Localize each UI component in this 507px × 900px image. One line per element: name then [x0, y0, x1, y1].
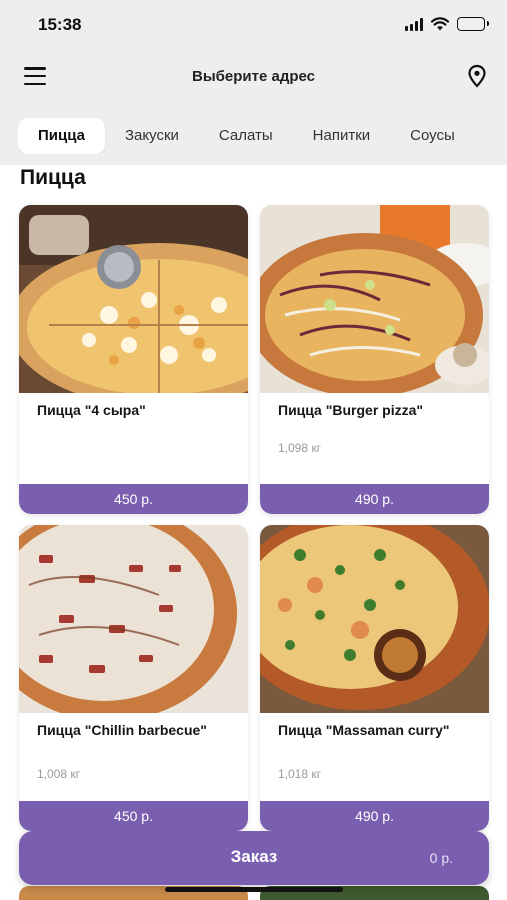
cellular-signal-icon [405, 17, 423, 31]
status-bar: 15:38 [0, 0, 507, 48]
tab-sauces[interactable]: Соусы [390, 118, 475, 154]
order-label: Заказ [230, 847, 278, 866]
product-name: Пицца "Burger pizza" [278, 402, 424, 418]
product-card[interactable]: Пицца "Burger pizza" 1,098 кг 490 р. [260, 205, 489, 514]
product-weight: 1,018 кг [278, 767, 321, 781]
product-card[interactable]: Пицца "4 сыра" 450 р. [19, 205, 248, 514]
price-button[interactable]: 450 р. [19, 484, 248, 514]
product-image [260, 525, 489, 713]
status-time: 15:38 [38, 15, 82, 34]
product-image [19, 205, 248, 393]
tab-snacks[interactable]: Закуски [105, 118, 199, 154]
product-image [260, 205, 489, 393]
product-weight: 1,008 кг [37, 767, 80, 781]
order-button[interactable]: Заказ 0 р. [19, 831, 489, 885]
price-button[interactable]: 490 р. [260, 801, 489, 831]
product-weight: 1,098 кг [278, 441, 321, 455]
battery-icon [457, 17, 489, 31]
product-name: Пицца "Chillin barbecue" [37, 722, 207, 738]
section-title: Пицца [20, 166, 86, 189]
product-name: Пицца "Massaman curry" [278, 722, 450, 738]
status-icons [405, 15, 489, 33]
price-button[interactable]: 490 р. [260, 484, 489, 514]
address-selector[interactable]: Выберите адрес [0, 68, 507, 85]
product-image [19, 525, 248, 713]
category-tabs: Пицца Закуски Салаты Напитки Соусы [18, 118, 507, 154]
home-indicator [165, 887, 343, 892]
order-total: 0 р. [429, 850, 453, 866]
tab-drinks[interactable]: Напитки [293, 118, 391, 154]
wifi-icon [431, 17, 449, 31]
product-name: Пицца "4 сыра" [37, 402, 146, 418]
tab-pizza[interactable]: Пицца [18, 118, 105, 154]
price-button[interactable]: 450 р. [19, 801, 248, 831]
product-card[interactable]: Пицца "Chillin barbecue" 1,008 кг 450 р. [19, 525, 248, 831]
product-card[interactable]: Пицца "Massaman curry" 1,018 кг 490 р. [260, 525, 489, 831]
map-pin-icon[interactable] [467, 64, 487, 88]
app-header: Выберите адрес [0, 52, 507, 102]
top-header-area: 15:38 Выберите адрес Пицца Закуски Салат… [0, 0, 507, 165]
tab-salads[interactable]: Салаты [199, 118, 293, 154]
